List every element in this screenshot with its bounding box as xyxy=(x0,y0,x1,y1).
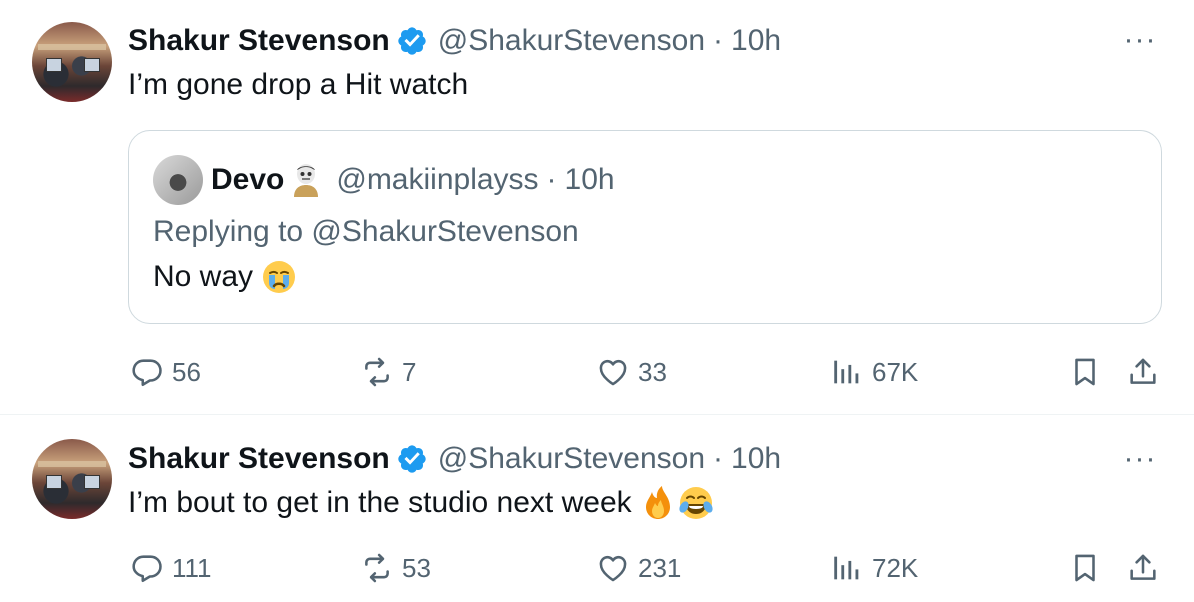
more-options-icon[interactable]: ··· xyxy=(1122,444,1158,474)
views-icon xyxy=(830,551,864,585)
loudly-crying-face-icon xyxy=(261,259,297,295)
timestamp[interactable]: 10h xyxy=(731,442,781,476)
tweet-text-content: I’m gone drop a Hit watch xyxy=(128,68,469,101)
share-icon xyxy=(1126,355,1160,389)
bookmark-button[interactable] xyxy=(1068,352,1102,392)
heart-icon xyxy=(596,551,630,585)
avatar[interactable] xyxy=(32,439,112,519)
views-button[interactable]: 72K xyxy=(830,548,918,588)
tweet-text-content: I’m bout to get in the studio next week xyxy=(128,486,632,519)
bookmark-icon xyxy=(1068,551,1102,585)
author-name[interactable]: Shakur Stevenson xyxy=(128,24,390,58)
separator: · xyxy=(713,24,724,57)
separator: · xyxy=(713,442,724,475)
action-bar: 111 53 231 72K xyxy=(0,548,1194,588)
tweet-header: Shakur Stevenson @ShakurStevenson · 10h xyxy=(128,24,781,58)
tweet-header: Shakur Stevenson @ShakurStevenson · 10h xyxy=(128,442,781,476)
views-icon xyxy=(830,355,864,389)
share-icon xyxy=(1126,551,1160,585)
share-button[interactable] xyxy=(1126,548,1160,588)
like-button[interactable]: 33 xyxy=(596,352,667,392)
like-count: 231 xyxy=(638,552,682,583)
quoted-timestamp: 10h xyxy=(564,163,615,196)
repost-icon xyxy=(360,355,394,389)
action-bar: 56 7 33 67K xyxy=(0,352,1194,392)
reply-icon xyxy=(130,355,164,389)
reply-button[interactable]: 111 xyxy=(130,548,212,588)
quoted-author-name: Devo xyxy=(211,163,285,196)
tweet[interactable]: Shakur Stevenson @ShakurStevenson · 10h … xyxy=(0,415,1194,602)
author-handle[interactable]: @ShakurStevenson xyxy=(438,24,705,58)
heart-icon xyxy=(596,355,630,389)
repost-button[interactable]: 7 xyxy=(360,352,416,392)
verified-badge-icon[interactable] xyxy=(396,443,428,475)
tweet-text: I’m gone drop a Hit watch xyxy=(128,66,468,104)
views-count: 67K xyxy=(872,356,919,387)
face-with-tears-of-joy-icon xyxy=(678,485,714,521)
repost-icon xyxy=(360,551,394,585)
like-button[interactable]: 231 xyxy=(596,548,681,588)
repost-count: 7 xyxy=(402,356,417,387)
avatar[interactable] xyxy=(32,22,112,102)
separator: · xyxy=(546,163,557,196)
quoted-avatar[interactable] xyxy=(153,155,203,205)
bookmark-icon xyxy=(1068,355,1102,389)
tweet[interactable]: Shakur Stevenson @ShakurStevenson · 10h … xyxy=(0,0,1194,415)
reply-button[interactable]: 56 xyxy=(130,352,201,392)
tweet-text: I’m bout to get in the studio next week xyxy=(128,483,714,523)
author-handle[interactable]: @ShakurStevenson xyxy=(438,442,705,476)
quoted-text: No way xyxy=(153,259,297,295)
views-count: 72K xyxy=(872,552,919,583)
quoted-tweet[interactable]: Devo @makiinplayss · 10h Replying to @Sh… xyxy=(128,130,1162,324)
repost-count: 53 xyxy=(402,552,431,583)
timestamp[interactable]: 10h xyxy=(731,24,781,58)
fire-icon xyxy=(640,485,676,521)
reply-count: 111 xyxy=(172,552,212,583)
more-options-icon[interactable]: ··· xyxy=(1122,25,1158,55)
author-name[interactable]: Shakur Stevenson xyxy=(128,442,390,476)
quoted-author-handle: @makiinplayss xyxy=(336,163,539,196)
like-count: 33 xyxy=(638,356,667,387)
share-button[interactable] xyxy=(1126,352,1160,392)
quoted-text-content: No way xyxy=(153,260,254,293)
verified-badge-icon[interactable] xyxy=(396,25,428,57)
reply-count: 56 xyxy=(172,356,201,387)
quoted-header: Devo @makiinplayss · 10h xyxy=(211,161,615,199)
bookmark-button[interactable] xyxy=(1068,548,1102,588)
replying-to: Replying to @ShakurStevenson xyxy=(153,215,579,248)
repost-button[interactable]: 53 xyxy=(360,548,431,588)
reply-icon xyxy=(130,551,164,585)
zombie-emoji-icon xyxy=(290,163,322,197)
views-button[interactable]: 67K xyxy=(830,352,918,392)
